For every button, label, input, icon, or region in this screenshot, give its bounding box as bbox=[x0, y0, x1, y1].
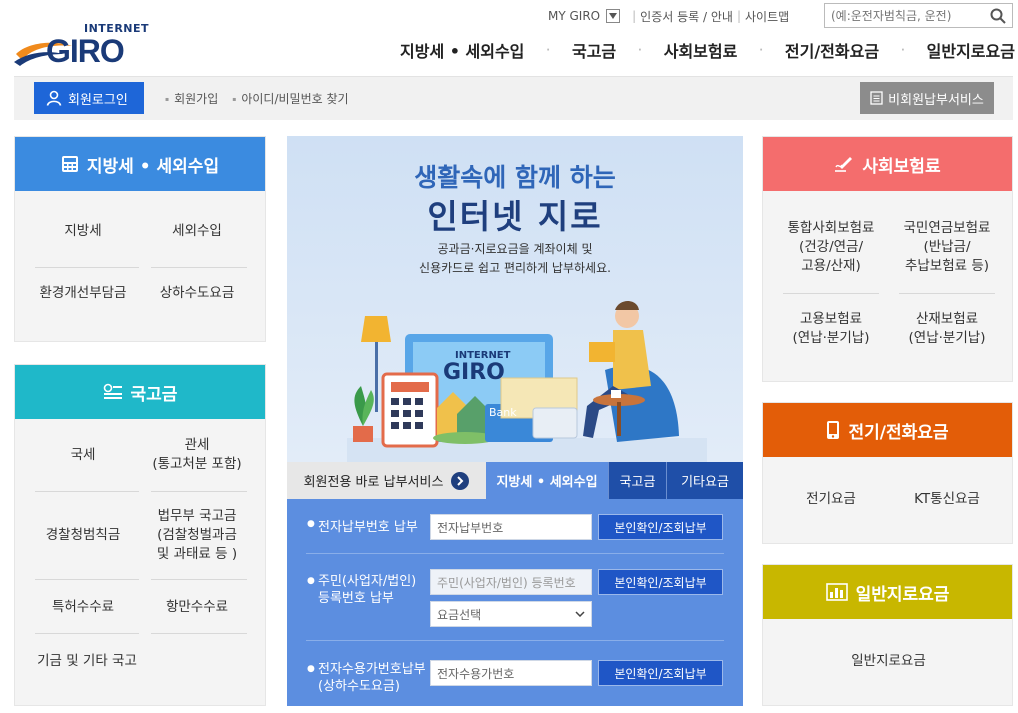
hero-title-2: 인터넷 지로 bbox=[427, 197, 603, 236]
coin-list-icon bbox=[103, 383, 122, 399]
main-nav: 지방세 • 세외수입 · 국고금 · 사회보험료 · 전기/전화요금 · 일반지… bbox=[400, 38, 1015, 62]
search-box bbox=[824, 3, 1013, 28]
document-icon bbox=[870, 91, 883, 105]
employment-insurance-link[interactable]: 고용보험료 (연납·분기납) bbox=[771, 309, 891, 349]
local-tax-link[interactable]: 지방세 bbox=[15, 211, 151, 251]
local-tax-panel: 지방세 • 세외수입 지방세 세외수입 환경개선부담금 상하수도요금 bbox=[14, 136, 266, 342]
find-id-password-link[interactable]: 아이디/비밀번호 찾기 bbox=[232, 90, 348, 107]
customs-link[interactable]: 관세 (통고처분 포함) bbox=[141, 435, 253, 475]
local-tax-header[interactable]: 지방세 • 세외수입 bbox=[15, 137, 265, 191]
hero-bank-label: Bank bbox=[489, 406, 517, 419]
chevron-down-icon bbox=[575, 611, 585, 617]
nav-local-tax[interactable]: 지방세 • 세외수입 bbox=[400, 38, 524, 62]
caret-down-icon bbox=[609, 13, 618, 19]
bar-chart-icon bbox=[825, 583, 848, 601]
national-tax-link[interactable]: 국세 bbox=[15, 435, 151, 475]
login-links: 회원가입 아이디/비밀번호 찾기 bbox=[165, 90, 348, 107]
utility-panel: 전기/전화요금 전기요금 KT통신요금 bbox=[762, 402, 1013, 544]
member-service-label[interactable]: 회원전용 바로 납부서비스 bbox=[287, 462, 486, 499]
tab-national[interactable]: 국고금 bbox=[608, 462, 666, 499]
hero-illustration bbox=[347, 301, 707, 462]
electricity-fee-link[interactable]: 전기요금 bbox=[771, 479, 891, 519]
row1-label: 전자납부번호 납부 bbox=[318, 520, 418, 535]
row2-label: 주민(사업자/법인) 등록번호 납부 bbox=[318, 574, 417, 606]
my-giro-link[interactable]: MY GIRO bbox=[548, 9, 600, 23]
social-insurance-panel: 사회보험료 통합사회보험료 (건강/연금/ 고용/산재) 국민연금보험료 (반납… bbox=[762, 136, 1013, 382]
nav-social-insurance[interactable]: 사회보험료 bbox=[664, 38, 738, 62]
phone-icon bbox=[827, 421, 840, 439]
user-icon bbox=[46, 90, 62, 106]
nav-general-giro[interactable]: 일반지로요금 bbox=[927, 38, 1015, 62]
hero-desc-1: 공과금·지로요금을 계좌이체 및 bbox=[437, 242, 593, 256]
tab-other-fees[interactable]: 기타요금 bbox=[666, 462, 743, 499]
general-giro-panel: 일반지로요금 일반지로요금 bbox=[762, 564, 1013, 706]
non-tax-revenue-link[interactable]: 세외수입 bbox=[141, 211, 253, 251]
general-giro-link[interactable]: 일반지로요금 bbox=[763, 641, 1014, 681]
utility-header[interactable]: 전기/전화요금 bbox=[763, 403, 1012, 457]
environment-charge-link[interactable]: 환경개선부담금 bbox=[15, 273, 151, 313]
search-icon[interactable] bbox=[990, 8, 1006, 24]
integrated-social-insurance-link[interactable]: 통합사회보험료 (건강/연금/ 고용/산재) bbox=[771, 217, 891, 277]
arrow-circle-icon bbox=[451, 471, 470, 490]
top-utility-links: MY GIRO | 인증서 등록 / 안내 | 사이트맵 bbox=[548, 8, 790, 25]
national-header[interactable]: 국고금 bbox=[15, 365, 265, 419]
member-login-button[interactable]: 회원로그인 bbox=[34, 82, 144, 114]
industrial-accident-link[interactable]: 산재보험료 (연납·분기납) bbox=[887, 309, 1007, 349]
tab-local-tax[interactable]: 지방세 • 세외수입 bbox=[486, 462, 608, 499]
water-fee-link[interactable]: 상하수도요금 bbox=[141, 273, 253, 313]
national-panel: 국고금 국세 관세 (통고처분 포함) 경찰청범칙금 법무부 국고금 (검찰청벌… bbox=[14, 364, 266, 706]
police-fine-link[interactable]: 경찰청범칙금 bbox=[15, 515, 151, 555]
row3-verify-button[interactable]: 본인확인/조회납부 bbox=[598, 660, 723, 686]
electronic-payment-number-input[interactable]: 전자납부번호 bbox=[430, 514, 592, 540]
cert-link[interactable]: 인증서 등록 / 안내 bbox=[640, 8, 733, 25]
search-input[interactable] bbox=[825, 4, 985, 27]
patent-fee-link[interactable]: 특허수수료 bbox=[15, 587, 151, 627]
general-giro-header[interactable]: 일반지로요금 bbox=[763, 565, 1012, 619]
nonmember-payment-button[interactable]: 비회원납부서비스 bbox=[860, 82, 994, 114]
port-fee-link[interactable]: 항만수수료 bbox=[141, 587, 253, 627]
pen-sign-icon bbox=[835, 157, 853, 172]
nav-national[interactable]: 국고금 bbox=[572, 38, 616, 62]
my-giro-dropdown[interactable] bbox=[606, 9, 621, 23]
row2-verify-button[interactable]: 본인확인/조회납부 bbox=[598, 569, 723, 595]
water-customer-number-input[interactable]: 전자수용가번호 bbox=[430, 660, 592, 686]
hero-title-1: 생활속에 함께 하는 bbox=[414, 163, 616, 192]
payment-tabs: 회원전용 바로 납부서비스 지방세 • 세외수입 국고금 기타요금 bbox=[287, 462, 743, 499]
nav-utility[interactable]: 전기/전화요금 bbox=[785, 38, 879, 62]
row3-label: 전자수용가번호납부 (상하수도요금) bbox=[318, 662, 426, 694]
fund-other-link[interactable]: 기금 및 기타 국고 bbox=[15, 641, 159, 681]
kt-telecom-fee-link[interactable]: KT통신요금 bbox=[887, 479, 1007, 519]
giro-logo[interactable]: INTERNET GIRO bbox=[14, 22, 149, 70]
social-insurance-header[interactable]: 사회보험료 bbox=[763, 137, 1012, 191]
hero-screen-big: GIRO bbox=[443, 360, 505, 385]
registration-number-input[interactable]: 주민(사업자/법인) 등록번호 bbox=[430, 569, 592, 595]
hero-desc-2: 신용카드로 쉽고 편리하게 납부하세요. bbox=[419, 261, 611, 275]
sitemap-link[interactable]: 사이트맵 bbox=[745, 8, 789, 25]
fee-type-select[interactable]: 요금선택 bbox=[430, 601, 592, 627]
signup-link[interactable]: 회원가입 bbox=[165, 90, 218, 107]
logo-big-text: GIRO bbox=[46, 33, 125, 69]
row1-verify-button[interactable]: 본인확인/조회납부 bbox=[598, 514, 723, 540]
hero-banner: 생활속에 함께 하는 인터넷 지로 공과금·지로요금을 계좌이체 및 신용카드로… bbox=[287, 136, 743, 462]
national-pension-link[interactable]: 국민연금보험료 (반납금/ 추납보험료 등) bbox=[887, 217, 1007, 277]
calculator-icon bbox=[61, 156, 78, 172]
justice-ministry-link[interactable]: 법무부 국고금 (검찰청벌과금 및 과태료 등 ) bbox=[141, 505, 253, 565]
